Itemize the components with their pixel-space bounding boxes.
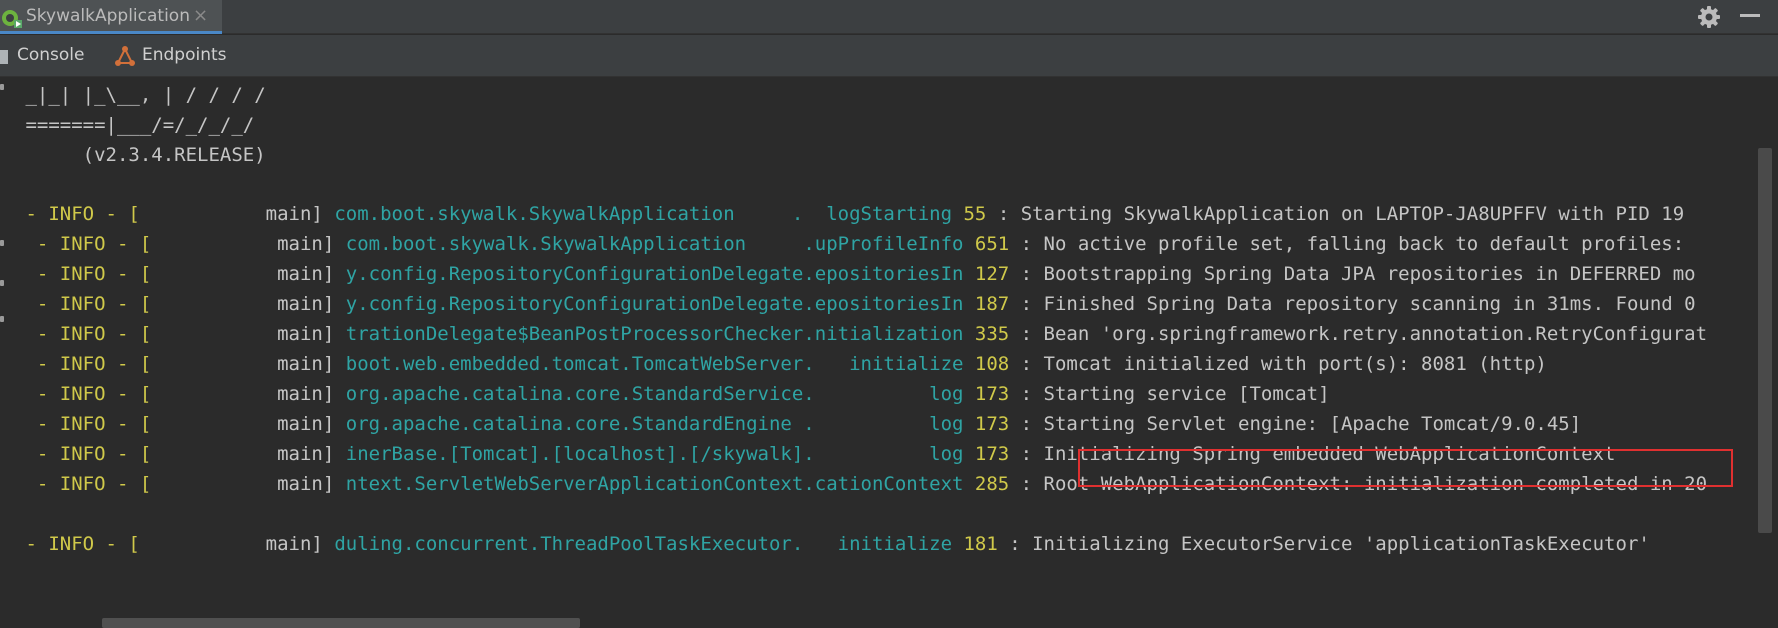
log-line-number: 181 xyxy=(952,533,998,555)
log-line-number: 108 xyxy=(963,353,1010,375)
minimize-icon[interactable] xyxy=(1740,14,1760,17)
log-method: log xyxy=(929,383,964,405)
run-tab-skywalkapplication[interactable]: SkywalkApplication × xyxy=(0,0,222,34)
log-thread: main] xyxy=(151,293,346,315)
log-level: - INFO - [ xyxy=(14,323,152,345)
log-message: : Starting SkywalkApplication on LAPTOP-… xyxy=(986,203,1685,225)
log-level: - INFO - [ xyxy=(14,443,152,465)
log-thread: main] xyxy=(151,443,346,465)
log-logger[interactable]: y.config.RepositoryConfigurationDelegate xyxy=(346,293,804,315)
log-thread: main] xyxy=(151,473,346,495)
tab-endpoints[interactable]: Endpoints xyxy=(110,35,260,77)
log-message: : Bean 'org.springframework.retry.annota… xyxy=(1009,323,1708,345)
log-logger[interactable]: com.boot.skywalk.SkywalkApplication xyxy=(346,233,804,255)
log-line: - INFO - [ main] duling.concurrent.Threa… xyxy=(14,529,1650,559)
log-line-number: 335 xyxy=(963,323,1010,345)
log-level: - INFO - [ xyxy=(14,383,152,405)
run-tab-title: SkywalkApplication xyxy=(26,6,190,26)
log-logger[interactable]: trationDelegate$BeanPostProcessorChecker xyxy=(346,323,804,345)
log-line-number: 55 xyxy=(952,203,987,225)
log-line-number: 285 xyxy=(963,473,1010,495)
log-thread: main] xyxy=(151,233,346,255)
close-tab-icon[interactable]: × xyxy=(193,5,208,26)
spring-boot-icon xyxy=(2,10,22,28)
log-method: .epositoriesIn xyxy=(803,293,964,315)
horizontal-scrollbar-thumb[interactable] xyxy=(102,618,580,628)
log-level: - INFO - [ xyxy=(14,473,152,495)
tab-console-label: Console xyxy=(17,45,85,65)
log-line: - INFO - [ main] y.config.RepositoryConf… xyxy=(14,259,1696,289)
log-line: - INFO - [ main] com.boot.skywalk.Skywal… xyxy=(14,229,1684,259)
log-message: : No active profile set, falling back to… xyxy=(1009,233,1685,255)
log-method: log xyxy=(929,413,964,435)
log-thread: main] xyxy=(139,533,335,555)
log-thread: main] xyxy=(151,263,346,285)
log-method: .nitialization xyxy=(803,323,964,345)
log-method: .upProfileInfo xyxy=(803,233,964,255)
log-line: - INFO - [ main] com.boot.skywalk.Skywal… xyxy=(14,199,1684,229)
log-logger[interactable]: boot.web.embedded.tomcat.TomcatWebServer… xyxy=(346,353,849,375)
endpoints-icon xyxy=(115,46,135,66)
banner-line: _|_| |_\__, | / / / / xyxy=(14,84,266,106)
log-line-number: 187 xyxy=(963,293,1010,315)
log-line: - INFO - [ main] org.apache.catalina.cor… xyxy=(14,409,1581,439)
console-output[interactable]: _|_| |_\__, | / / / / =======|___/=/_/_/… xyxy=(0,78,1760,612)
log-thread: main] xyxy=(151,323,346,345)
log-thread: main] xyxy=(139,203,335,225)
log-thread: main] xyxy=(151,353,346,375)
log-level: - INFO - [ xyxy=(14,233,152,255)
log-line: - INFO - [ main] boot.web.embedded.tomca… xyxy=(14,349,1547,379)
log-logger[interactable]: org.apache.catalina.core.StandardService… xyxy=(346,383,929,405)
log-thread: main] xyxy=(151,413,346,435)
log-line-number: 127 xyxy=(963,263,1010,285)
log-line: - INFO - [ main] org.apache.catalina.cor… xyxy=(14,379,1330,409)
log-message: : Starting service [Tomcat] xyxy=(1009,383,1330,405)
vertical-scrollbar-thumb[interactable] xyxy=(1758,148,1772,533)
log-level: - INFO - [ xyxy=(14,533,140,555)
log-level: - INFO - [ xyxy=(14,293,152,315)
console-tabs: Console Endpoints xyxy=(0,35,1778,77)
log-message: : Starting Servlet engine: [Apache Tomca… xyxy=(1009,413,1582,435)
log-method: initialize xyxy=(849,353,964,375)
highlight-box xyxy=(1078,449,1733,487)
log-method: logStarting xyxy=(826,203,953,225)
banner-line: =======|___/=/_/_/_/ xyxy=(14,114,255,136)
log-logger[interactable]: inerBase.[Tomcat].[localhost].[/skywalk]… xyxy=(346,443,929,465)
log-logger[interactable]: duling.concurrent.ThreadPoolTaskExecutor… xyxy=(334,533,837,555)
log-line: - INFO - [ main] trationDelegate$BeanPos… xyxy=(14,319,1707,349)
log-logger[interactable]: com.boot.skywalk.SkywalkApplication . xyxy=(334,203,826,225)
log-level: - INFO - [ xyxy=(14,203,140,225)
log-message: : Bootstrapping Spring Data JPA reposito… xyxy=(1009,263,1696,285)
log-line-number: 173 xyxy=(963,443,1010,465)
log-line-number: 173 xyxy=(963,383,1010,405)
log-logger[interactable]: y.config.RepositoryConfigurationDelegate xyxy=(346,263,804,285)
log-message: : Initializing ExecutorService 'applicat… xyxy=(997,533,1650,555)
log-line-number: 651 xyxy=(963,233,1010,255)
log-level: - INFO - [ xyxy=(14,263,152,285)
gear-icon[interactable] xyxy=(1696,4,1722,30)
tab-console[interactable]: Console xyxy=(0,35,100,77)
log-logger[interactable]: org.apache.catalina.core.StandardEngine … xyxy=(346,413,929,435)
run-toolwindow-header: SkywalkApplication × xyxy=(0,0,1778,34)
console-icon xyxy=(0,50,8,64)
log-line-number: 173 xyxy=(963,413,1010,435)
log-method: log xyxy=(929,443,964,465)
tab-endpoints-label: Endpoints xyxy=(142,45,227,65)
log-thread: main] xyxy=(151,383,346,405)
log-line: - INFO - [ main] y.config.RepositoryConf… xyxy=(14,289,1696,319)
log-level: - INFO - [ xyxy=(14,413,152,435)
log-method: .cationContext xyxy=(803,473,964,495)
log-method: initialize xyxy=(837,533,953,555)
log-logger[interactable]: ntext.ServletWebServerApplicationContext xyxy=(346,473,804,495)
log-level: - INFO - [ xyxy=(14,353,152,375)
banner-line: (v2.3.4.RELEASE) xyxy=(14,144,266,166)
log-message: : Finished Spring Data repository scanni… xyxy=(1009,293,1696,315)
log-message: : Tomcat initialized with port(s): 8081 … xyxy=(1009,353,1547,375)
log-method: .epositoriesIn xyxy=(803,263,964,285)
